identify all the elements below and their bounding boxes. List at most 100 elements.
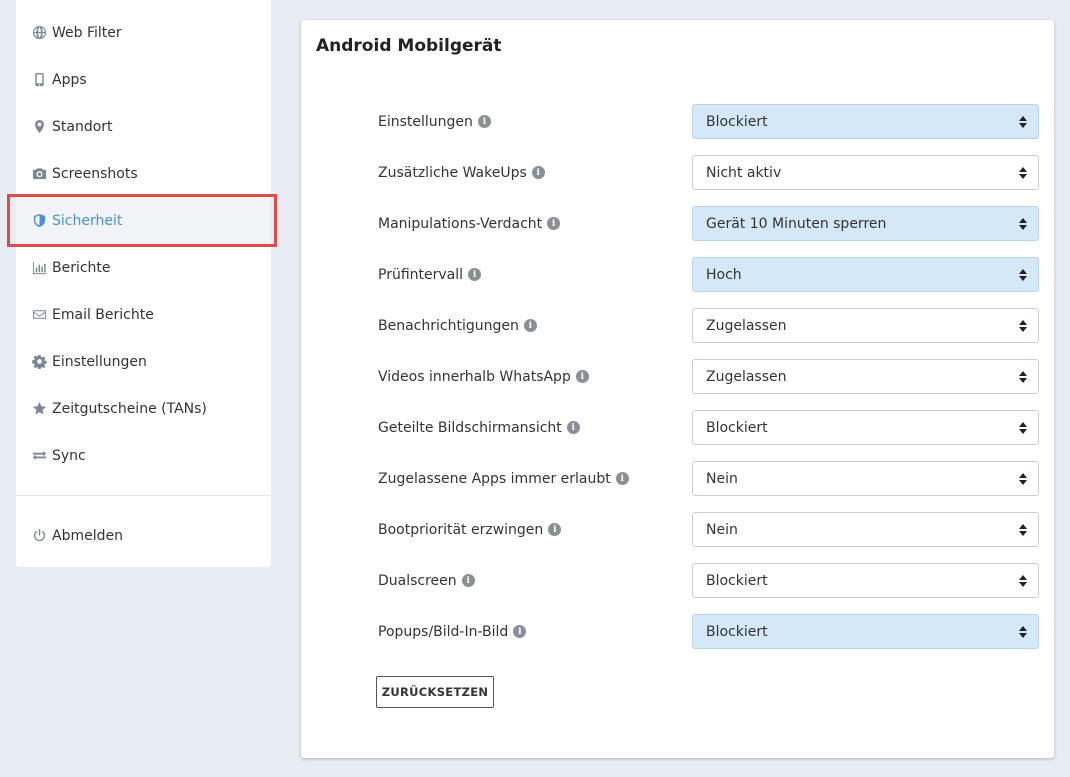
select-value: Blockiert bbox=[706, 113, 768, 130]
page-title: Android Mobilgerät bbox=[316, 36, 502, 56]
sidebar-item-label: Sicherheit bbox=[52, 212, 123, 229]
sidebar-item-email-berichte[interactable]: Email Berichte bbox=[16, 291, 271, 338]
select-caret-icon bbox=[1019, 471, 1027, 487]
setting-select[interactable]: Hoch bbox=[692, 257, 1039, 292]
info-icon[interactable]: i bbox=[477, 115, 491, 128]
logout-label: Abmelden bbox=[52, 527, 123, 544]
setting-row: Zugelassene Apps immer erlaubt i Nein bbox=[378, 461, 1039, 512]
setting-label: Zusätzliche WakeUps i bbox=[378, 155, 545, 190]
info-icon[interactable]: i bbox=[547, 217, 561, 230]
sidebar-item-web-filter[interactable]: Web Filter bbox=[16, 9, 271, 56]
sidebar-item-apps[interactable]: Apps bbox=[16, 56, 271, 103]
setting-select[interactable]: Nicht aktiv bbox=[692, 155, 1039, 190]
select-value: Zugelassen bbox=[706, 317, 787, 334]
setting-label: Popups/Bild-In-Bild i bbox=[378, 614, 527, 649]
setting-label: Dualscreen i bbox=[378, 563, 475, 598]
info-icon[interactable]: i bbox=[468, 268, 482, 281]
select-caret-icon bbox=[1019, 522, 1027, 538]
select-caret-icon bbox=[1019, 114, 1027, 130]
info-icon[interactable]: i bbox=[523, 319, 537, 332]
phone-icon bbox=[31, 71, 48, 88]
setting-select[interactable]: Nein bbox=[692, 461, 1039, 496]
globe-icon bbox=[31, 24, 48, 41]
select-caret-icon bbox=[1019, 165, 1027, 181]
sidebar-item-zeitgutscheine[interactable]: Zeitgutscheine (TANs) bbox=[16, 385, 271, 432]
info-icon[interactable]: i bbox=[513, 625, 527, 638]
sidebar-item-label: Web Filter bbox=[52, 24, 122, 41]
setting-label-text: Benachrichtigungen bbox=[378, 317, 519, 334]
reset-button[interactable]: ZURÜCKSETZEN bbox=[376, 676, 494, 708]
setting-label-text: Manipulations-Verdacht bbox=[378, 215, 543, 232]
select-value: Gerät 10 Minuten sperren bbox=[706, 215, 887, 232]
select-caret-icon bbox=[1019, 369, 1027, 385]
setting-row: Einstellungen i Blockiert bbox=[378, 104, 1039, 155]
setting-row: Geteilte Bildschirmansicht i Blockiert bbox=[378, 410, 1039, 461]
info-icon[interactable]: i bbox=[548, 523, 562, 536]
sidebar-item-sicherheit[interactable]: Sicherheit bbox=[7, 194, 277, 247]
select-caret-icon bbox=[1019, 624, 1027, 640]
info-icon[interactable]: i bbox=[566, 421, 580, 434]
sidebar-item-label: Screenshots bbox=[52, 165, 138, 182]
sidebar-item-standort[interactable]: Standort bbox=[16, 103, 271, 150]
sidebar-item-einstellungen[interactable]: Einstellungen bbox=[16, 338, 271, 385]
select-caret-icon bbox=[1019, 267, 1027, 283]
setting-row: Manipulations-Verdacht i Gerät 10 Minuten … bbox=[378, 206, 1039, 257]
setting-label-text: Bootpriorität erzwingen bbox=[378, 521, 544, 538]
setting-row: Benachrichtigungen i Zugelassen bbox=[378, 308, 1039, 359]
select-caret-icon bbox=[1019, 216, 1027, 232]
setting-row: Bootpriorität erzwingen i Nein bbox=[378, 512, 1039, 563]
shield-icon bbox=[31, 212, 48, 229]
setting-select[interactable]: Blockiert bbox=[692, 104, 1039, 139]
star-icon bbox=[31, 400, 48, 417]
setting-label: Zugelassene Apps immer erlaubt i bbox=[378, 461, 629, 496]
info-icon[interactable]: i bbox=[531, 166, 545, 179]
setting-label-text: Dualscreen bbox=[378, 572, 457, 589]
setting-row: Popups/Bild-In-Bild i Blockiert bbox=[378, 614, 1039, 665]
select-value: Hoch bbox=[706, 266, 742, 283]
setting-select[interactable]: Gerät 10 Minuten sperren bbox=[692, 206, 1039, 241]
sidebar-divider bbox=[16, 495, 271, 496]
map-pin-icon bbox=[31, 118, 48, 135]
sidebar-item-label: Einstellungen bbox=[52, 353, 147, 370]
info-icon[interactable]: i bbox=[615, 472, 629, 485]
setting-label: Geteilte Bildschirmansicht i bbox=[378, 410, 580, 445]
setting-select[interactable]: Blockiert bbox=[692, 614, 1039, 649]
select-value: Blockiert bbox=[706, 419, 768, 436]
logout-button[interactable]: Abmelden bbox=[16, 512, 271, 559]
setting-row: Zusätzliche WakeUps i Nicht aktiv bbox=[378, 155, 1039, 206]
select-value: Blockiert bbox=[706, 623, 768, 640]
select-value: Nein bbox=[706, 470, 738, 487]
setting-select[interactable]: Blockiert bbox=[692, 410, 1039, 445]
settings-list: Einstellungen i Blockiert Zusätzliche WakeU… bbox=[378, 104, 1039, 665]
info-icon[interactable]: i bbox=[575, 370, 589, 383]
select-caret-icon bbox=[1019, 573, 1027, 589]
setting-select[interactable]: Zugelassen bbox=[692, 359, 1039, 394]
select-value: Zugelassen bbox=[706, 368, 787, 385]
sidebar-item-label: Email Berichte bbox=[52, 306, 154, 323]
sidebar-item-label: Apps bbox=[52, 71, 87, 88]
setting-label-text: Prüfintervall bbox=[378, 266, 464, 283]
sidebar-item-label: Standort bbox=[52, 118, 113, 135]
setting-label-text: Zusätzliche WakeUps bbox=[378, 164, 527, 181]
setting-select[interactable]: Nein bbox=[692, 512, 1039, 547]
sidebar-item-label: Sync bbox=[52, 447, 86, 464]
setting-label: Einstellungen i bbox=[378, 104, 491, 139]
select-caret-icon bbox=[1019, 420, 1027, 436]
sidebar: Web Filter Apps Standort Screenshots Sic… bbox=[7, 0, 277, 567]
setting-select[interactable]: Zugelassen bbox=[692, 308, 1039, 343]
sidebar-item-screenshots[interactable]: Screenshots bbox=[16, 150, 271, 197]
setting-select[interactable]: Blockiert bbox=[692, 563, 1039, 598]
select-caret-icon bbox=[1019, 318, 1027, 334]
sidebar-item-berichte[interactable]: Berichte bbox=[16, 244, 271, 291]
setting-row: Videos innerhalb WhatsApp i Zugelassen bbox=[378, 359, 1039, 410]
bar-chart-icon bbox=[31, 259, 48, 276]
sidebar-item-label: Berichte bbox=[52, 259, 111, 276]
sync-arrows-icon bbox=[31, 447, 48, 464]
sidebar-item-sync[interactable]: Sync bbox=[16, 432, 271, 479]
sidebar-nav: Web Filter Apps Standort Screenshots Sic… bbox=[7, 0, 277, 479]
envelope-icon bbox=[31, 306, 48, 323]
setting-label: Manipulations-Verdacht i bbox=[378, 206, 561, 241]
info-icon[interactable]: i bbox=[461, 574, 475, 587]
select-value: Blockiert bbox=[706, 572, 768, 589]
setting-label-text: Zugelassene Apps immer erlaubt bbox=[378, 470, 611, 487]
